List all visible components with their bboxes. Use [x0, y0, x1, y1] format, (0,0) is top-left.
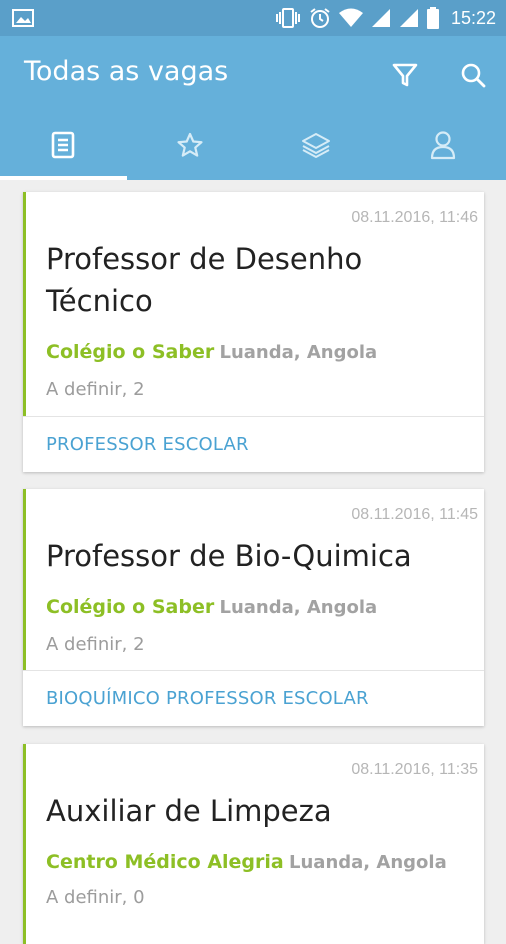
company-name: Centro Médico Alegria [46, 851, 284, 873]
job-meta: A definir, 0 [46, 887, 145, 908]
company-line: Colégio o Saber Luanda, Angola [46, 596, 377, 619]
battery-icon [427, 7, 439, 29]
card-accent [23, 192, 26, 416]
job-title-line: Professor de Desenho [46, 238, 464, 280]
job-location: Luanda, Angola [220, 342, 378, 363]
tab-categories[interactable] [253, 114, 380, 180]
job-card[interactable]: 08.11.2016, 11:35 Auxiliar de Limpeza Ce… [23, 744, 484, 944]
card-accent [23, 744, 26, 944]
company-name: Colégio o Saber [46, 596, 214, 618]
job-meta: A definir, 2 [46, 379, 145, 400]
job-date: 08.11.2016, 11:46 [351, 209, 478, 227]
card-accent [23, 489, 26, 670]
app-bar: Todas as vagas [0, 36, 506, 114]
tab-profile[interactable] [380, 114, 506, 180]
company-line: Colégio o Saber Luanda, Angola [46, 341, 377, 364]
card-divider [23, 670, 484, 671]
job-card[interactable]: 08.11.2016, 11:45 Professor de Bio-Quimi… [23, 489, 484, 726]
job-card[interactable]: 08.11.2016, 11:46 Professor de Desenho T… [23, 192, 484, 472]
signal-icon [371, 8, 391, 28]
company-name: Colégio o Saber [46, 341, 214, 363]
job-location: Luanda, Angola [289, 852, 447, 873]
layers-icon [301, 131, 331, 164]
signal-icon [399, 8, 419, 28]
person-icon [429, 130, 457, 165]
image-icon [12, 8, 36, 28]
job-location: Luanda, Angola [220, 597, 378, 618]
page-title: Todas as vagas [24, 56, 228, 87]
vibrate-icon [275, 7, 301, 29]
card-divider [23, 416, 484, 417]
job-meta: A definir, 2 [46, 634, 145, 655]
job-title: Auxiliar de Limpeza [46, 790, 464, 832]
document-icon [51, 131, 75, 164]
star-icon [176, 132, 204, 163]
status-time: 15:22 [451, 8, 496, 29]
company-line: Centro Médico Alegria Luanda, Angola [46, 851, 447, 874]
tab-favorites[interactable] [127, 114, 254, 180]
tab-all-jobs[interactable] [0, 114, 127, 180]
job-title: Professor de Bio-Quimica [46, 535, 464, 577]
status-bar: 15:22 [0, 0, 506, 36]
job-category[interactable]: BIOQUÍMICO PROFESSOR ESCOLAR [46, 688, 369, 709]
job-date: 08.11.2016, 11:35 [351, 761, 478, 779]
tab-bar [0, 114, 506, 180]
search-icon[interactable] [456, 58, 490, 92]
job-title: Professor de Desenho Técnico [46, 238, 464, 322]
filter-icon[interactable] [388, 58, 422, 92]
job-title-line: Técnico [46, 280, 464, 322]
alarm-icon [309, 7, 331, 29]
job-category[interactable]: PROFESSOR ESCOLAR [46, 434, 249, 455]
wifi-icon [339, 8, 363, 28]
job-date: 08.11.2016, 11:45 [351, 506, 478, 524]
